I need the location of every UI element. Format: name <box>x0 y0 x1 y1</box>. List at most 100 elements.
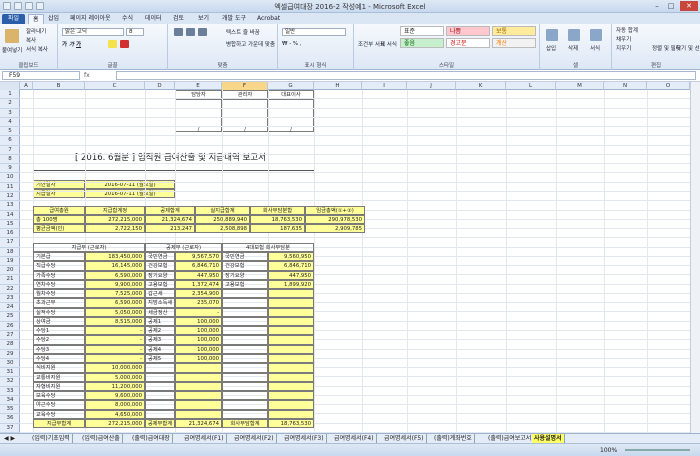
company-item-label[interactable]: 국민연금 <box>222 252 268 262</box>
row-header[interactable]: 6 <box>0 136 20 146</box>
deduction-item-value[interactable]: 100,000 <box>175 335 222 345</box>
row-header[interactable]: 14 <box>0 211 20 220</box>
tab-review[interactable]: 검토 <box>173 14 184 24</box>
deduction-item-value[interactable]: 100,000 <box>175 344 222 354</box>
tab-file[interactable]: 파일 <box>2 14 26 24</box>
row-header[interactable]: 34 <box>0 396 20 406</box>
select-all-corner[interactable] <box>0 82 20 90</box>
tab-insert[interactable]: 삽입 <box>48 14 59 24</box>
company-section-header[interactable]: 4대보험 회사부담분 <box>222 243 314 252</box>
pay-item-label[interactable]: 교통비지원 <box>33 372 85 382</box>
tab-formulas[interactable]: 수식 <box>122 14 133 24</box>
deduction-item-label[interactable]: 건강보험 <box>145 261 175 271</box>
summary-average-cell[interactable]: 213,247 <box>145 224 195 233</box>
company-item-value[interactable] <box>268 289 314 299</box>
deduction-item-label[interactable]: 장기요양 <box>145 270 175 280</box>
deduction-item-label[interactable]: 세금정산 <box>145 307 175 317</box>
row-header[interactable]: 4 <box>0 118 20 128</box>
company-item-value[interactable] <box>268 409 314 419</box>
row-header[interactable]: 3 <box>0 109 20 118</box>
row-header[interactable]: 19 <box>0 257 20 267</box>
row-header[interactable]: 2 <box>0 99 20 109</box>
number-format-combo[interactable]: 일반 <box>282 28 346 36</box>
paste-button[interactable]: 붙여넣기 <box>2 46 22 54</box>
deduction-item-value[interactable] <box>175 400 222 410</box>
company-item-value[interactable] <box>268 307 314 317</box>
deduction-item-value[interactable] <box>175 409 222 419</box>
deduction-item-value[interactable]: - <box>175 307 222 317</box>
row-header[interactable]: 24 <box>0 303 20 313</box>
pay-item-label[interactable]: 수당2 <box>33 335 85 345</box>
deduction-item-label[interactable]: 공제4 <box>145 344 175 354</box>
summary-total-cell[interactable]: 250,889,940 <box>195 215 250 224</box>
fill-button[interactable]: 채우기 <box>616 35 631 43</box>
font-name-combo[interactable]: 맑은 고딕 <box>62 28 124 36</box>
deduction-item-label[interactable] <box>145 381 175 392</box>
row-header[interactable]: 20 <box>0 266 20 276</box>
company-item-value[interactable] <box>268 353 314 364</box>
pay-item-label[interactable]: 상여금 <box>33 316 85 327</box>
deduction-item-value[interactable] <box>175 372 222 382</box>
pay-item-value[interactable]: - <box>85 344 145 354</box>
style-normal[interactable]: 표준 <box>400 26 444 36</box>
row-header[interactable]: 10 <box>0 173 20 183</box>
summary-total-cell[interactable]: 290,978,530 <box>305 215 365 224</box>
company-item-value[interactable] <box>268 344 314 354</box>
deduction-total-label[interactable]: 공제부합계 <box>145 418 175 428</box>
tab-view[interactable]: 보기 <box>198 14 209 24</box>
deduction-item-value[interactable]: 100,000 <box>175 316 222 327</box>
minimize-button[interactable]: – <box>650 1 664 11</box>
company-item-value[interactable] <box>268 372 314 382</box>
col-header-n[interactable]: N <box>604 82 647 90</box>
company-item-label[interactable] <box>222 307 268 317</box>
deduction-item-label[interactable]: 공제5 <box>145 353 175 364</box>
row-header[interactable]: 30 <box>0 359 20 369</box>
company-item-label[interactable] <box>222 372 268 382</box>
row-header[interactable]: 28 <box>0 340 20 350</box>
col-header-j[interactable]: J <box>407 82 456 90</box>
style-bad[interactable]: 나쁨 <box>446 26 490 36</box>
company-item-value[interactable]: 1,899,920 <box>268 279 314 290</box>
row-header[interactable]: 21 <box>0 275 20 285</box>
row-header[interactable]: 37 <box>0 424 20 433</box>
deduction-section-header[interactable]: 공제부 (근로자) <box>145 243 222 252</box>
pay-item-label[interactable]: 직급수당 <box>33 261 85 271</box>
pay-item-value[interactable]: 8,515,000 <box>85 316 145 327</box>
pay-section-header[interactable]: 지급부 (근로자) <box>33 243 145 252</box>
align-bottom-icon[interactable] <box>198 28 207 36</box>
zoom-slider[interactable] <box>625 449 690 451</box>
deduction-item-value[interactable]: 9,567,570 <box>175 252 222 262</box>
tab-developer[interactable]: 개발 도구 <box>222 14 246 24</box>
col-header-m[interactable]: M <box>556 82 604 90</box>
row-header[interactable]: 35 <box>0 405 20 415</box>
col-header-c[interactable]: C <box>85 82 145 90</box>
pay-item-label[interactable]: 수당3 <box>33 344 85 354</box>
zoom-level[interactable]: 100% <box>600 447 617 454</box>
company-item-label[interactable]: 건강보험 <box>222 261 268 271</box>
pay-item-label[interactable]: 야근수당 <box>33 400 85 410</box>
pay-item-label[interactable]: 교육수당 <box>33 409 85 419</box>
company-total-label[interactable]: 회사부담합계 <box>222 418 268 428</box>
deduction-item-label[interactable]: 갑근세 <box>145 289 175 299</box>
col-header-f[interactable]: F <box>222 82 268 90</box>
pay-item-label[interactable]: 기본급 <box>33 252 85 262</box>
summary-total-cell[interactable]: 18,763,530 <box>250 215 305 224</box>
company-item-value[interactable] <box>268 335 314 345</box>
company-item-label[interactable] <box>222 381 268 392</box>
company-item-value[interactable]: 6,846,710 <box>268 261 314 271</box>
deduction-item-value[interactable]: 2,354,900 <box>175 289 222 299</box>
pay-total-label[interactable]: 지급부합계 <box>33 418 85 428</box>
deduction-item-value[interactable]: 447,950 <box>175 270 222 280</box>
deduction-item-value[interactable] <box>175 363 222 373</box>
clear-button[interactable]: 지우기 <box>616 44 631 52</box>
deduction-item-label[interactable] <box>145 363 175 373</box>
row-header[interactable]: 1 <box>0 90 20 100</box>
tab-acrobat[interactable]: Acrobat <box>257 14 280 24</box>
currency-icon[interactable]: ₩ - % , <box>282 41 302 47</box>
maximize-button[interactable]: □ <box>664 1 678 11</box>
row-header[interactable]: 5 <box>0 127 20 137</box>
pay-item-label[interactable]: 수당4 <box>33 353 85 364</box>
col-header-d[interactable]: D <box>145 82 175 90</box>
col-header-l[interactable]: L <box>506 82 556 90</box>
company-item-value[interactable]: 447,950 <box>268 270 314 280</box>
